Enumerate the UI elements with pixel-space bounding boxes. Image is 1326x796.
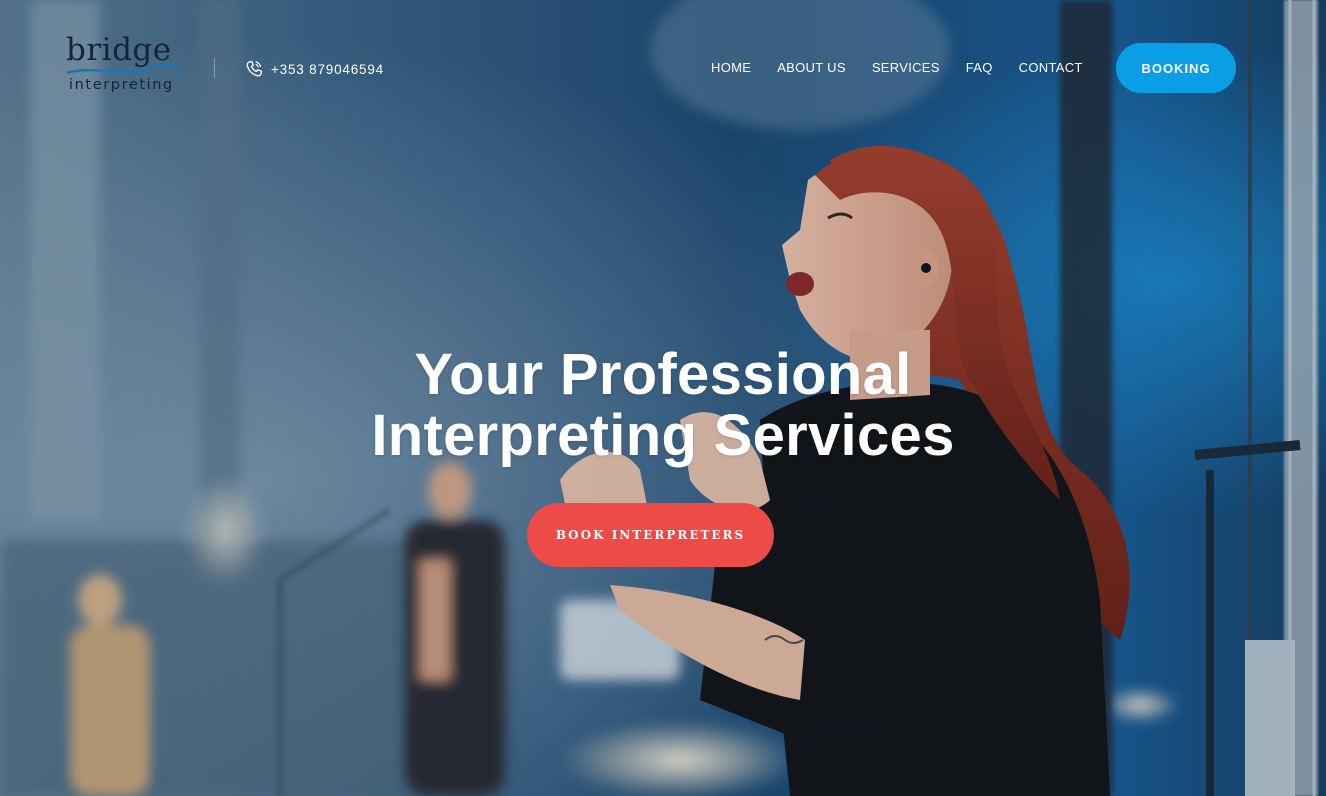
logo-subtitle: interpreting [69, 77, 174, 93]
booking-button[interactable]: BOOKING [1116, 43, 1236, 93]
nav-item-services[interactable]: SERVICES [872, 60, 940, 75]
logo-wave-icon [66, 64, 181, 75]
phone-number: +353 879046594 [271, 61, 384, 77]
nav-item-faq[interactable]: FAQ [966, 60, 993, 75]
hero-headline-line-2: Interpreting Services [371, 403, 955, 468]
hero-headline-line-1: Your Professional [414, 342, 912, 407]
nav-item-home[interactable]: HOME [711, 60, 751, 75]
nav-item-about-us[interactable]: ABOUT US [777, 60, 846, 75]
header-divider [214, 58, 215, 78]
site-header: bridge interpreting +353 879046594 HOME … [0, 0, 1326, 130]
phone-icon [246, 60, 263, 77]
phone-contact[interactable]: +353 879046594 [244, 58, 384, 80]
main-nav: HOME ABOUT US SERVICES FAQ CONTACT [711, 60, 1083, 75]
book-interpreters-button[interactable]: BOOK INTERPRETERS [527, 503, 774, 567]
bridge-interpreting-logo[interactable]: bridge interpreting [66, 32, 182, 98]
nav-item-contact[interactable]: CONTACT [1019, 60, 1083, 75]
logo-wordmark: bridge [66, 32, 172, 68]
hero-headline: Your Professional Interpreting Services [263, 344, 1063, 466]
